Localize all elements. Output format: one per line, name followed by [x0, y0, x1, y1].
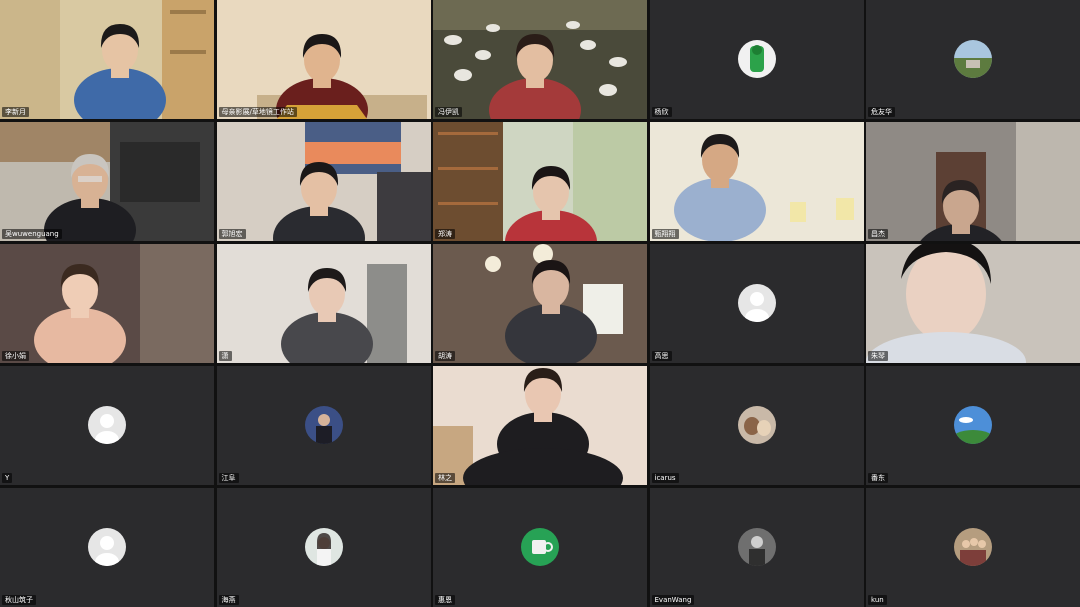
group-photo-avatar [954, 527, 992, 566]
participant-name-label: 秋山筑子 [2, 595, 36, 605]
participant-tile[interactable]: 惠恩 [433, 488, 647, 607]
participant-name-label: icarus [651, 473, 679, 483]
landscape-avatar [954, 39, 992, 78]
default-user-avatar [88, 405, 126, 444]
pet-avatar [737, 405, 776, 444]
participant-tile[interactable]: icarus [649, 366, 864, 485]
participant-tile[interactable]: 吴wuwenguang [0, 122, 214, 241]
participant-name-label: 高思 [651, 351, 672, 361]
green-figure-avatar [737, 39, 776, 78]
participant-name-label: 惠恩 [435, 595, 455, 605]
participant-name-label: 杨欣 [651, 107, 672, 117]
participant-tile[interactable]: 林之 [433, 366, 647, 485]
participant-name-label: kun [868, 595, 887, 605]
participant-name-label: 朱琴 [868, 351, 888, 361]
participant-tile[interactable]: 秋山筑子 [0, 488, 214, 607]
participant-tile[interactable]: 徐小娟 [0, 244, 214, 363]
participant-name-label: 危友华 [868, 107, 895, 117]
participant-tile[interactable]: 江阜 [216, 366, 431, 485]
participant-tile[interactable]: 郑涛 [433, 122, 647, 241]
participant-tile[interactable]: 甄翔翔 [649, 122, 864, 241]
participant-name-label: 李新月 [2, 107, 29, 117]
woman-photo-avatar [304, 527, 343, 566]
participant-name-label: Y [2, 473, 13, 483]
participant-name-label: 吴wuwenguang [2, 229, 62, 239]
participant-tile[interactable]: 朱琴 [866, 244, 1080, 363]
monochrome-avatar [737, 527, 776, 566]
participant-tile[interactable]: 杨欣 [649, 0, 864, 119]
participant-tile[interactable]: 番东 [866, 366, 1080, 485]
participant-tile[interactable]: EvanWang [649, 488, 864, 607]
participant-name-label: EvanWang [651, 595, 695, 605]
video-gallery-grid: 李新月 母亲影展/草地镜工作站 冯伊凯 杨欣 危友华 吴wuwenguang 郭… [0, 0, 1080, 607]
participant-name-label: 甄翔翔 [651, 229, 679, 239]
participant-tile[interactable]: 海燕 [216, 488, 431, 607]
participant-tile[interactable]: Y [0, 366, 214, 485]
participant-tile[interactable]: 高思 [649, 244, 864, 363]
participant-tile[interactable]: 昌杰 [866, 122, 1080, 241]
participant-tile[interactable]: 郭旭宏 [216, 122, 431, 241]
participant-tile[interactable]: 潇 [216, 244, 431, 363]
participant-tile[interactable]: kun [866, 488, 1080, 607]
participant-name-label: 母亲影展/草地镜工作站 [218, 107, 297, 117]
participant-name-label: 番东 [868, 473, 888, 483]
participant-name-label: 徐小娟 [2, 351, 29, 361]
participant-tile[interactable]: 李新月 [0, 0, 214, 119]
participant-name-label: 海燕 [218, 595, 239, 605]
sky-avatar [954, 405, 992, 444]
participant-name-label: 郑涛 [435, 229, 455, 239]
participant-name-label: 潇 [218, 351, 232, 361]
default-user-avatar [737, 283, 776, 322]
participant-name-label: 冯伊凯 [435, 107, 462, 117]
participant-name-label: 郭旭宏 [218, 229, 246, 239]
participant-name-label: 林之 [435, 473, 455, 483]
participant-tile[interactable]: 冯伊凯 [433, 0, 647, 119]
default-user-avatar [88, 527, 126, 566]
participant-tile[interactable]: 母亲影展/草地镜工作站 [216, 0, 431, 119]
participant-name-label: 江阜 [218, 473, 239, 483]
mug-avatar [521, 527, 559, 566]
participant-name-label: 昌杰 [868, 229, 888, 239]
participant-tile[interactable]: 胡涛 [433, 244, 647, 363]
participant-tile[interactable]: 危友华 [866, 0, 1080, 119]
portrait-avatar [304, 405, 343, 444]
participant-name-label: 胡涛 [435, 351, 455, 361]
